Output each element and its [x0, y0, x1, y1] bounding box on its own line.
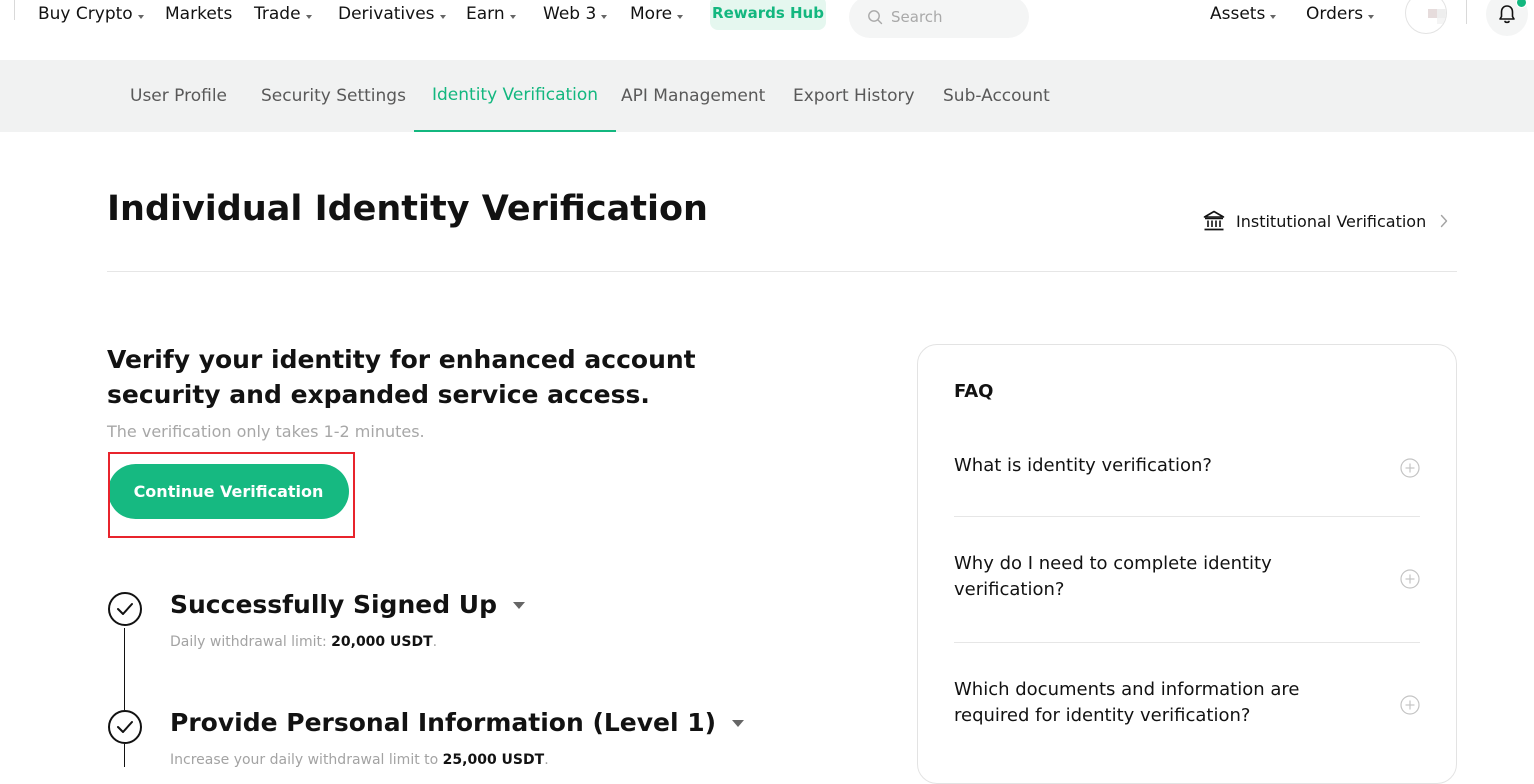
nav-item-assets[interactable]: Assets: [1210, 0, 1277, 28]
step-title-text: Provide Personal Information (Level 1): [170, 708, 717, 737]
step-description: Increase your daily withdrawal limit to …: [170, 752, 549, 768]
nav-divider: [1466, 0, 1467, 24]
nav-divider: [14, 0, 15, 20]
nav-item-markets[interactable]: Markets: [165, 0, 232, 28]
tab-label: User Profile: [130, 86, 228, 106]
top-navigation: Buy Crypto Markets Trade Derivatives Ear…: [0, 0, 1534, 60]
faq-divider: [954, 642, 1420, 643]
avatar-pixel: [1437, 18, 1446, 24]
caret-down-icon: [137, 15, 144, 19]
step-description: Daily withdrawal limit: 20,000 USDT.: [170, 634, 437, 650]
institutional-verification-label: Institutional Verification: [1236, 211, 1427, 231]
step-desc-prefix: Increase your daily withdrawal limit to: [170, 752, 443, 768]
tab-export-history[interactable]: Export History: [793, 60, 915, 132]
caret-down-icon[interactable]: [732, 720, 745, 727]
caret-down-icon: [1270, 15, 1277, 19]
faq-question: What is identity verification?: [954, 455, 1212, 476]
account-subnav: User Profile Security Settings Identity …: [0, 60, 1534, 132]
tab-label: Sub-Account: [943, 86, 1050, 106]
faq-item[interactable]: Which documents and information are requ…: [954, 677, 1420, 733]
search-box[interactable]: [849, 0, 1029, 38]
tab-identity-verification[interactable]: Identity Verification: [414, 60, 617, 132]
nav-item-orders[interactable]: Orders: [1306, 0, 1375, 28]
notification-dot: [1516, 0, 1527, 8]
tab-sub-account[interactable]: Sub-Account: [943, 60, 1050, 132]
nav-item-label: Derivatives: [338, 4, 435, 24]
caret-down-icon: [439, 15, 446, 19]
nav-item-label: Earn: [466, 4, 505, 24]
continue-verification-button[interactable]: Continue Verification: [108, 464, 349, 519]
rewards-hub-button[interactable]: Rewards Hub: [710, 0, 826, 30]
nav-item-buy-crypto[interactable]: Buy Crypto: [38, 0, 144, 28]
avatar-pixel: [1437, 9, 1446, 18]
plus-circle-icon[interactable]: [1400, 569, 1420, 589]
step-desc-prefix: Daily withdrawal limit:: [170, 634, 332, 650]
step-desc-value: 25,000 USDT: [442, 752, 545, 768]
step-desc-suffix: .: [544, 752, 549, 768]
rewards-hub-label: Rewards Hub: [712, 4, 824, 22]
faq-item[interactable]: Why do I need to complete identity verif…: [954, 551, 1420, 607]
faq-divider: [954, 516, 1420, 517]
plus-circle-icon[interactable]: [1400, 458, 1420, 478]
intro-subtext: The verification only takes 1-2 minutes.: [107, 422, 425, 441]
avatar[interactable]: [1405, 0, 1447, 34]
nav-item-label: More: [630, 4, 673, 24]
faq-card: FAQ What is identity verification? Why d…: [917, 344, 1457, 784]
faq-item[interactable]: What is identity verification?: [954, 451, 1420, 481]
nav-item-trade[interactable]: Trade: [254, 0, 312, 28]
nav-item-label: Web 3: [543, 4, 597, 24]
step-complete-indicator: [108, 710, 142, 744]
nav-item-earn[interactable]: Earn: [466, 0, 516, 28]
nav-item-derivatives[interactable]: Derivatives: [338, 0, 446, 28]
bank-icon: [1203, 210, 1225, 231]
nav-item-label: Assets: [1210, 4, 1266, 24]
search-input[interactable]: [889, 7, 1023, 27]
plus-circle-icon[interactable]: [1400, 695, 1420, 715]
institutional-verification-link[interactable]: Institutional Verification: [1202, 206, 1448, 236]
faq-title: FAQ: [954, 381, 994, 402]
caret-down-icon[interactable]: [513, 602, 525, 609]
bell-icon: [1499, 5, 1515, 24]
faq-question: Why do I need to complete identity verif…: [954, 553, 1272, 600]
caret-down-icon: [1368, 15, 1375, 19]
heading-divider: [107, 271, 1457, 272]
caret-down-icon: [305, 15, 312, 19]
step-title: Successfully Signed Up: [170, 590, 525, 619]
notifications-button[interactable]: [1486, 0, 1528, 36]
chevron-right-icon: [1441, 214, 1448, 228]
tab-label: API Management: [621, 86, 766, 106]
caret-down-icon: [677, 15, 684, 19]
tab-label: Identity Verification: [432, 85, 599, 105]
page-title: Individual Identity Verification: [107, 189, 708, 229]
tab-user-profile[interactable]: User Profile: [130, 60, 227, 132]
nav-item-web3[interactable]: Web 3: [543, 0, 608, 28]
nav-item-label: Markets: [165, 4, 233, 24]
tab-security-settings[interactable]: Security Settings: [261, 60, 406, 132]
step-title: Provide Personal Information (Level 1): [170, 708, 745, 737]
intro-heading: Verify your identity for enhanced accoun…: [107, 345, 696, 409]
step-complete-indicator: [108, 592, 142, 626]
nav-item-label: Orders: [1306, 4, 1364, 24]
caret-down-icon: [509, 15, 516, 19]
tab-label: Security Settings: [261, 86, 406, 106]
search-icon: [868, 10, 883, 25]
timeline-connector: [124, 628, 125, 710]
tab-api-management[interactable]: API Management: [621, 60, 765, 132]
step-desc-suffix: .: [432, 634, 438, 650]
step-desc-value: 20,000 USDT: [331, 634, 433, 650]
check-icon: [117, 603, 133, 615]
faq-question: Which documents and information are requ…: [954, 679, 1300, 726]
nav-item-label: Buy Crypto: [38, 4, 133, 24]
timeline-connector: [124, 744, 125, 767]
check-icon: [117, 721, 133, 733]
caret-down-icon: [601, 15, 608, 19]
nav-item-label: Trade: [254, 4, 301, 24]
step-title-text: Successfully Signed Up: [170, 590, 497, 619]
nav-item-more[interactable]: More: [630, 0, 684, 28]
tab-label: Export History: [793, 86, 915, 106]
